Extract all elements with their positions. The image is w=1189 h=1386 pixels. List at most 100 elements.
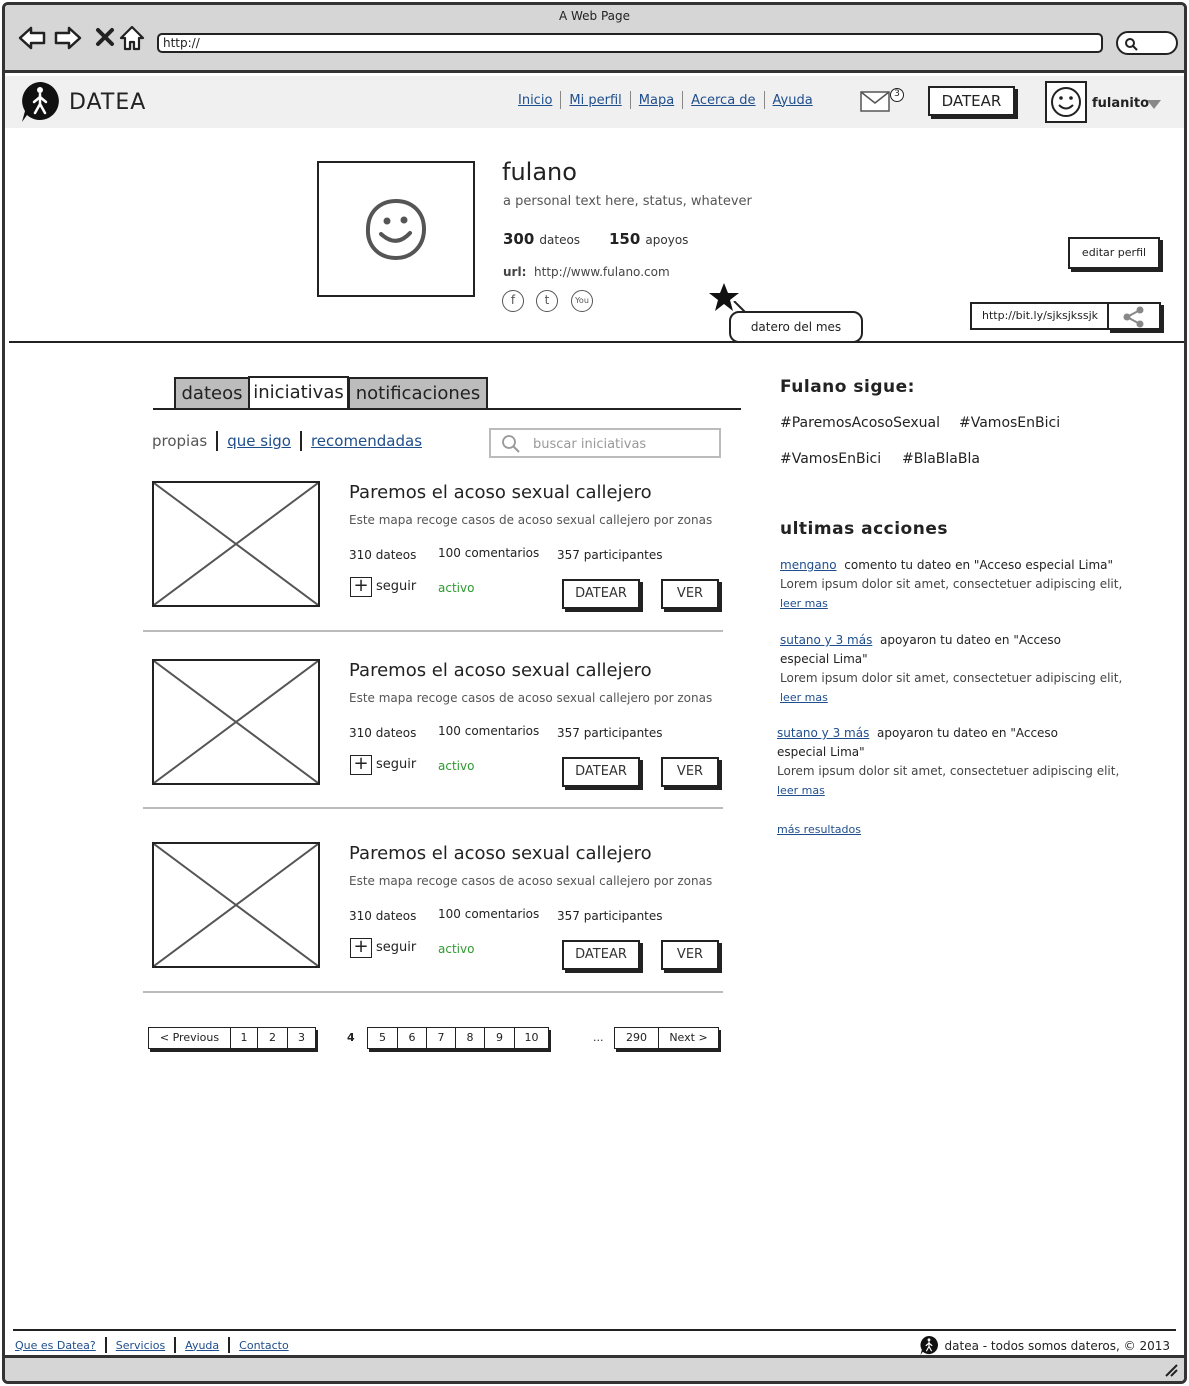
follow-tag[interactable]: #BlaBlaBla [902,451,980,467]
datear-initiative-button[interactable]: DATEAR [562,940,640,970]
follow-tag[interactable]: #VamosEnBici [780,451,881,467]
pagination-page[interactable]: 9 [484,1027,515,1049]
footer-link-servicios[interactable]: Servicios [116,1339,165,1352]
brand-name: DATEA [69,89,147,115]
pagination-page[interactable]: 6 [397,1027,427,1049]
filter-propias[interactable]: propias [152,432,207,450]
share-button[interactable] [1107,302,1161,330]
facebook-icon[interactable]: f [502,290,524,312]
brand-logo[interactable]: DATEA [19,80,146,124]
initiative-image-placeholder[interactable] [152,659,320,785]
plus-icon[interactable]: + [350,938,372,958]
plus-icon[interactable]: + [350,577,372,597]
initiative-title[interactable]: Paremos el acoso sexual callejero [349,660,652,681]
action-user-link[interactable]: sutano y 3 más [780,633,872,647]
username-menu[interactable]: fulanito [1092,96,1149,111]
ver-button[interactable]: VER [661,757,719,787]
mail-icon[interactable] [860,89,892,113]
back-arrow-icon[interactable] [17,23,47,53]
tab-iniciativas[interactable]: iniciativas [248,376,349,410]
twitter-icon[interactable]: t [536,290,558,312]
pagination-page[interactable]: 2 [257,1027,288,1049]
action-user-link[interactable]: mengano [780,558,837,572]
datear-initiative-button[interactable]: DATEAR [562,757,640,787]
nav-item-ayuda[interactable]: Ayuda [773,93,813,108]
logo-icon [22,82,59,122]
browser-toolbar: A Web Page http:// [5,5,1184,73]
pagination-page[interactable]: 10 [514,1027,549,1049]
initiative-image-placeholder[interactable] [152,842,320,968]
nav-separator [763,91,765,109]
pagination-next[interactable]: Next > [658,1027,719,1049]
caret-down-icon[interactable] [1147,100,1161,109]
nav-item-inicio[interactable]: Inicio [518,93,552,108]
nav-separator [560,91,562,109]
action-body: Lorem ipsum dolor sit amet, consectetuer… [780,577,1123,591]
youtube-icon[interactable]: You [571,290,593,312]
search-initiatives-input[interactable]: buscar iniciativas [489,428,721,458]
short-url-field[interactable]: http://bit.ly/sjksjkssjk [970,302,1110,330]
mail-count-badge: 3 [890,88,904,102]
footer-link-contacto[interactable]: Contacto [239,1339,289,1352]
pagination-previous[interactable]: < Previous [148,1027,231,1049]
footer-copyright: datea - todos somos dateros, © 2013 [919,1335,1170,1356]
footer-link-que-es-datea[interactable]: Que es Datea? [15,1339,96,1352]
url-label: url: [503,265,527,279]
footer-link-ayuda[interactable]: Ayuda [185,1339,219,1352]
initiative-title[interactable]: Paremos el acoso sexual callejero [349,843,652,864]
follow-label[interactable]: seguir [376,579,416,594]
footer-separator [228,1337,231,1353]
tab-dateos[interactable]: dateos [174,377,250,409]
follow-tag[interactable]: #ParemosAcosoSexual [780,415,940,431]
logo-icon [919,1335,938,1356]
ver-button[interactable]: VER [661,940,719,970]
section-divider [9,341,1184,343]
initiative-title[interactable]: Paremos el acoso sexual callejero [349,482,652,503]
initiative-dateos: 310 dateos [349,548,417,562]
tab-notificaciones[interactable]: notificaciones [348,377,488,409]
more-results-link[interactable]: más resultados [777,823,861,836]
item-divider [143,630,723,632]
browser-search-field[interactable] [1116,31,1178,55]
url-value[interactable]: http://www.fulano.com [534,265,670,279]
initiative-image-placeholder[interactable] [152,481,320,607]
follow-label[interactable]: seguir [376,940,416,955]
read-more-link[interactable]: leer mas [777,784,825,797]
nav-item-mi-perfil[interactable]: Mi perfil [569,93,621,108]
pagination-page[interactable]: 5 [367,1027,398,1049]
user-avatar[interactable] [1045,81,1087,123]
ver-button[interactable]: VER [661,579,719,609]
forward-arrow-icon[interactable] [53,23,83,53]
pagination-page[interactable]: 8 [455,1027,485,1049]
dateos-label: dateos [539,233,581,247]
home-icon[interactable] [117,23,147,53]
nav-item-acerca-de[interactable]: Acerca de [691,93,755,108]
pagination-page[interactable]: 3 [287,1027,316,1049]
filter-recomendadas[interactable]: recomendadas [311,432,422,450]
initiative-comentarios: 100 comentarios [438,724,540,738]
pagination-page[interactable]: 7 [426,1027,456,1049]
action-user-link[interactable]: sutano y 3 más [777,726,869,740]
action-item: mengano comento tu dateo en "Acceso espe… [780,556,1140,613]
edit-profile-button[interactable]: editar perfil [1068,237,1160,269]
datear-initiative-button[interactable]: DATEAR [562,579,640,609]
plus-icon[interactable]: + [350,755,372,775]
pagination-page[interactable]: 290 [614,1027,659,1049]
pagination-page[interactable]: 1 [230,1027,258,1049]
filter-que-sigo[interactable]: que sigo [227,432,291,450]
profile-status: a personal text here, status, whatever [503,194,752,209]
profile-name: fulano [502,158,577,186]
read-more-link[interactable]: leer mas [780,597,828,610]
action-item: sutano y 3 más apoyaron tu dateo en "Acc… [780,631,1122,707]
action-item: sutano y 3 más apoyaron tu dateo en "Acc… [777,724,1119,800]
follow-label[interactable]: seguir [376,757,416,772]
item-divider [143,991,723,993]
footer-links: Que es Datea? Servicios Ayuda Contacto [15,1337,289,1353]
initiative-dateos: 310 dateos [349,726,417,740]
datear-button[interactable]: DATEAR [928,86,1015,116]
nav-item-mapa[interactable]: Mapa [639,93,674,108]
follow-tag[interactable]: #VamosEnBici [959,415,1060,431]
resize-grip-icon[interactable] [1164,1363,1178,1377]
read-more-link[interactable]: leer mas [780,691,828,704]
url-bar[interactable]: http:// [157,33,1103,53]
